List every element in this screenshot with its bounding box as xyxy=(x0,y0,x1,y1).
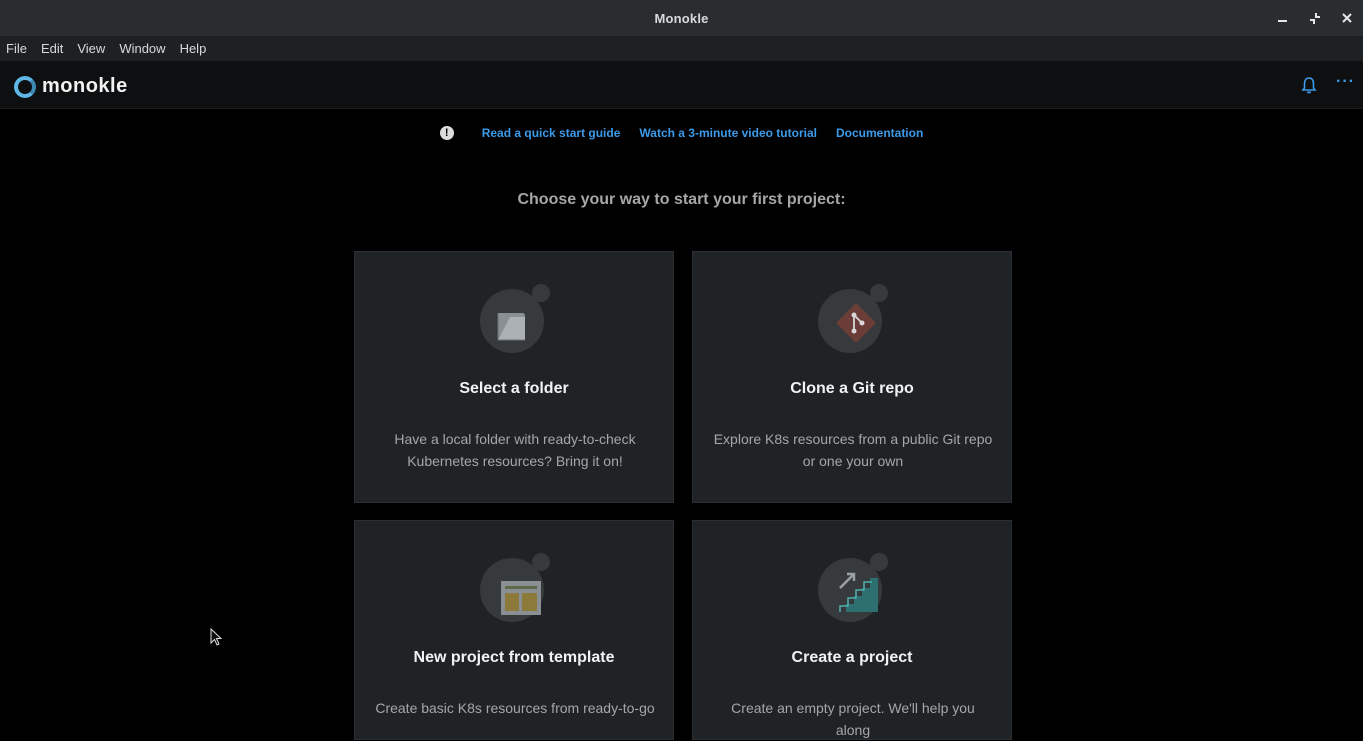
video-tutorial-link[interactable]: Watch a 3-minute video tutorial xyxy=(639,126,817,140)
create-project-card[interactable]: Create a project Create an empty project… xyxy=(692,520,1012,740)
folder-icon xyxy=(497,313,525,341)
menubar: File Edit View Window Help xyxy=(0,36,1363,61)
help-links: ! Read a quick start guide Watch a 3-min… xyxy=(0,126,1363,140)
logo-icon xyxy=(14,75,36,98)
mouse-cursor-icon xyxy=(210,628,223,646)
template-icon xyxy=(501,581,541,615)
minimize-icon xyxy=(1278,20,1287,22)
logo: monokle xyxy=(14,75,128,98)
menu-window[interactable]: Window xyxy=(119,41,165,56)
window-controls xyxy=(1267,0,1363,36)
clone-git-card[interactable]: Clone a Git repo Explore K8s resources f… xyxy=(692,251,1012,503)
card-description: Create basic K8s resources from ready-to… xyxy=(375,700,655,716)
minimize-button[interactable] xyxy=(1267,0,1299,36)
ellipsis-icon: ··· xyxy=(1336,73,1355,90)
restore-button[interactable] xyxy=(1299,0,1331,36)
app-header: monokle ··· xyxy=(0,61,1363,109)
template-project-card[interactable]: New project from template Create basic K… xyxy=(354,520,674,740)
menu-edit[interactable]: Edit xyxy=(41,41,63,56)
menu-help[interactable]: Help xyxy=(180,41,207,56)
menu-view[interactable]: View xyxy=(77,41,105,56)
card-title: Create a project xyxy=(791,649,913,666)
git-icon xyxy=(836,303,876,343)
window-titlebar: Monokle xyxy=(0,0,1363,36)
card-description: Have a local folder with ready-to-check … xyxy=(394,431,636,469)
info-icon: ! xyxy=(439,126,454,140)
notifications-button[interactable] xyxy=(1301,76,1317,99)
select-folder-card[interactable]: Select a folder Have a local folder with… xyxy=(354,251,674,503)
card-title: Select a folder xyxy=(459,380,569,397)
quick-start-link[interactable]: Read a quick start guide xyxy=(482,126,621,140)
card-title: Clone a Git repo xyxy=(790,380,914,397)
logo-text: monokle xyxy=(42,75,128,97)
card-description: Create an empty project. We'll help you … xyxy=(731,700,975,738)
close-icon xyxy=(1342,13,1352,23)
stairs-icon xyxy=(839,572,878,612)
card-description: Explore K8s resources from a public Git … xyxy=(713,431,993,469)
restore-icon xyxy=(1310,13,1320,24)
bell-icon xyxy=(1301,77,1317,94)
window-title: Monokle xyxy=(654,10,709,26)
more-options-button[interactable]: ··· xyxy=(1336,73,1355,91)
menu-file[interactable]: File xyxy=(6,41,27,56)
documentation-link[interactable]: Documentation xyxy=(836,126,923,140)
card-title: New project from template xyxy=(413,649,615,666)
page-headline: Choose your way to start your first proj… xyxy=(517,191,846,208)
close-button[interactable] xyxy=(1331,0,1363,36)
